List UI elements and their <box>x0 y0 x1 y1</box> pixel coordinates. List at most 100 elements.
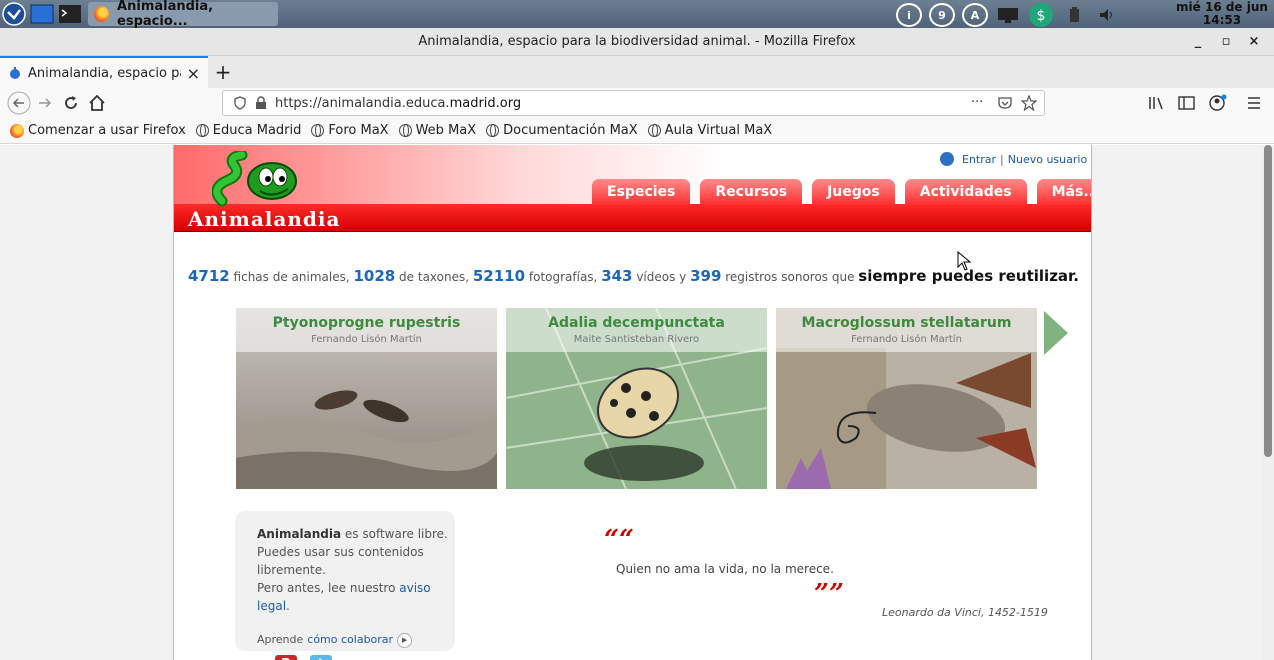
back-button[interactable] <box>6 90 32 116</box>
slide-species-name: Macroglossum stellatarum <box>801 315 1012 331</box>
battery-icon[interactable] <box>1061 5 1087 25</box>
user-links-separator: | <box>1000 152 1004 166</box>
lock-icon[interactable] <box>253 96 269 110</box>
clock[interactable]: mié 16 de jun 14:53 <box>1176 1 1268 27</box>
menu-juegos[interactable]: Juegos <box>812 179 895 205</box>
account-icon[interactable] <box>1208 94 1228 112</box>
globe-icon <box>195 124 209 137</box>
reload-button[interactable] <box>58 90 84 116</box>
menu-especies[interactable]: Especies <box>592 179 691 205</box>
taskbar-firefox-task[interactable]: Animalandia, espacio... <box>88 0 278 29</box>
tab-animalandia[interactable]: Animalandia, espacio para × <box>0 56 208 88</box>
login-link[interactable]: Entrar <box>962 153 996 166</box>
globe-icon <box>398 124 412 137</box>
menu-mas[interactable]: Más... <box>1036 179 1091 205</box>
desktop-taskbar: Animalandia, espacio... i 9 A $ mié 16 d… <box>0 0 1274 29</box>
window-title: Animalandia, espacio para la biodiversid… <box>418 34 856 49</box>
tab-title: Animalandia, espacio para <box>28 65 181 81</box>
pocket-icon[interactable] <box>997 96 1013 110</box>
menu-actividades[interactable]: Actividades <box>904 179 1027 205</box>
close-window-button[interactable]: × <box>1246 34 1262 50</box>
carousel-next-arrow-icon[interactable] <box>1044 311 1068 355</box>
url-host: madrid.org <box>449 95 522 111</box>
url-prefix: https://animalandia.educa. <box>275 95 450 111</box>
slide-macroglossum[interactable]: Macroglossum stellatarum Fernando Lisón … <box>776 308 1037 489</box>
volume-icon[interactable] <box>1094 5 1120 25</box>
system-menu-button[interactable] <box>0 2 28 26</box>
collab-prefix: Aprende <box>257 633 304 646</box>
collaborate-row: Aprende cómo colaborar ▶ <box>257 631 455 649</box>
collaborate-link[interactable]: cómo colaborar <box>307 631 393 649</box>
stat-fotos: 52110 <box>472 267 526 285</box>
mouse-cursor-icon <box>957 251 971 271</box>
sidebar-icon[interactable] <box>1178 95 1196 111</box>
reload-icon <box>65 96 77 109</box>
scrollbar-thumb[interactable] <box>1264 145 1272 457</box>
bookmark-foro-max[interactable]: Foro MaX <box>311 123 389 138</box>
twitter-icon[interactable]: t <box>310 655 332 660</box>
play-arrow-icon[interactable]: ▶ <box>397 632 413 648</box>
stat-fichas-label: fichas de animales, <box>229 270 354 284</box>
user-links: Entrar | Nuevo usuario <box>940 152 1087 166</box>
bookmark-educa-madrid[interactable]: Educa Madrid <box>195 123 301 138</box>
bookmark-aula-virtual-max[interactable]: Aula Virtual MaX <box>647 123 772 138</box>
quote-block: ““ Quien no ama la vida, no la merece. ”… <box>604 527 1048 619</box>
register-link[interactable]: Nuevo usuario <box>1008 153 1087 166</box>
bookmark-label: Foro MaX <box>328 123 389 138</box>
menu-recursos[interactable]: Recursos <box>700 179 803 205</box>
bookmark-web-max[interactable]: Web MaX <box>398 123 477 138</box>
new-tab-button[interactable]: + <box>208 56 238 88</box>
page-viewport: Animalandia Entrar | Nuevo usuario Espec… <box>0 145 1262 660</box>
site-statistics: 4712 fichas de animales, 1028 de taxones… <box>174 267 1091 285</box>
slide-ptyonoprogne[interactable]: Ptyonoprogne rupestris Fernando Lisón Ma… <box>236 308 497 489</box>
terminal-launcher[interactable] <box>56 2 84 26</box>
a-icon[interactable]: A <box>962 3 988 27</box>
social-links: B t <box>257 655 455 660</box>
show-desktop-button[interactable] <box>28 2 56 26</box>
stat-fichas: 4712 <box>187 267 230 285</box>
shield-icon[interactable] <box>233 96 247 110</box>
nine-icon[interactable]: 9 <box>929 3 955 27</box>
bookmark-star-icon[interactable] <box>1021 95 1037 111</box>
tab-strip: Animalandia, espacio para × + <box>0 56 1274 88</box>
bookmark-documentacion-max[interactable]: Documentación MaX <box>486 123 638 138</box>
blog-icon[interactable]: B <box>275 655 297 660</box>
close-tab-button[interactable]: × <box>187 64 200 83</box>
site-logo-text[interactable]: Animalandia <box>188 207 340 231</box>
forward-button[interactable] <box>32 90 58 116</box>
info-brand: Animalandia <box>257 527 342 541</box>
forward-arrow-icon <box>39 98 52 108</box>
minimize-button[interactable]: _ <box>1190 34 1206 50</box>
animalandia-site: Animalandia Entrar | Nuevo usuario Espec… <box>173 145 1092 660</box>
globe-icon <box>486 124 500 137</box>
home-button[interactable] <box>84 90 110 116</box>
page-scrollbar[interactable] <box>1262 145 1274 660</box>
hamburger-menu-icon[interactable] <box>1246 95 1262 111</box>
snake-logo-icon[interactable] <box>212 151 298 211</box>
library-icon[interactable] <box>1148 95 1166 111</box>
slide-adalia[interactable]: Adalia decempunctata Maite Santisteban R… <box>506 308 767 489</box>
info-box: Animalandia es software libre. Puedes us… <box>235 511 455 660</box>
species-carousel: Ptyonoprogne rupestris Fernando Lisón Ma… <box>236 308 1037 489</box>
slide-author: Fernando Lisón Martín <box>311 334 422 345</box>
bug-favicon-icon <box>10 67 20 79</box>
desktop-icon <box>30 4 54 24</box>
site-main-menu: Especies Recursos Juegos Actividades Más… <box>592 179 1091 205</box>
maximize-button[interactable]: ▫ <box>1218 34 1234 50</box>
task-title: Animalandia, espacio... <box>117 0 214 29</box>
clock-time: 14:53 <box>1202 13 1242 27</box>
bookmark-getting-started[interactable]: Comenzar a usar Firefox <box>10 123 186 138</box>
info-line3-dot: . <box>286 599 290 613</box>
url-bar[interactable]: https://animalandia.educa.madrid.org ··· <box>222 90 1045 116</box>
screen-icon[interactable] <box>995 5 1021 25</box>
info-line-2: Puedes usar sus contenidos libremente. <box>257 545 424 577</box>
page-actions-button[interactable]: ··· <box>971 95 983 110</box>
firefox-icon <box>94 6 110 22</box>
slide-caption: Macroglossum stellatarum Fernando Lisón … <box>776 308 1037 352</box>
stat-taxones-label: de taxones, <box>395 270 473 284</box>
terminal-icon <box>59 5 81 23</box>
bookmark-label: Web MaX <box>415 123 477 138</box>
sync-icon[interactable]: $ <box>1028 2 1054 28</box>
info-icon[interactable]: i <box>896 3 922 27</box>
info-line1-text: es software libre. <box>341 527 448 541</box>
